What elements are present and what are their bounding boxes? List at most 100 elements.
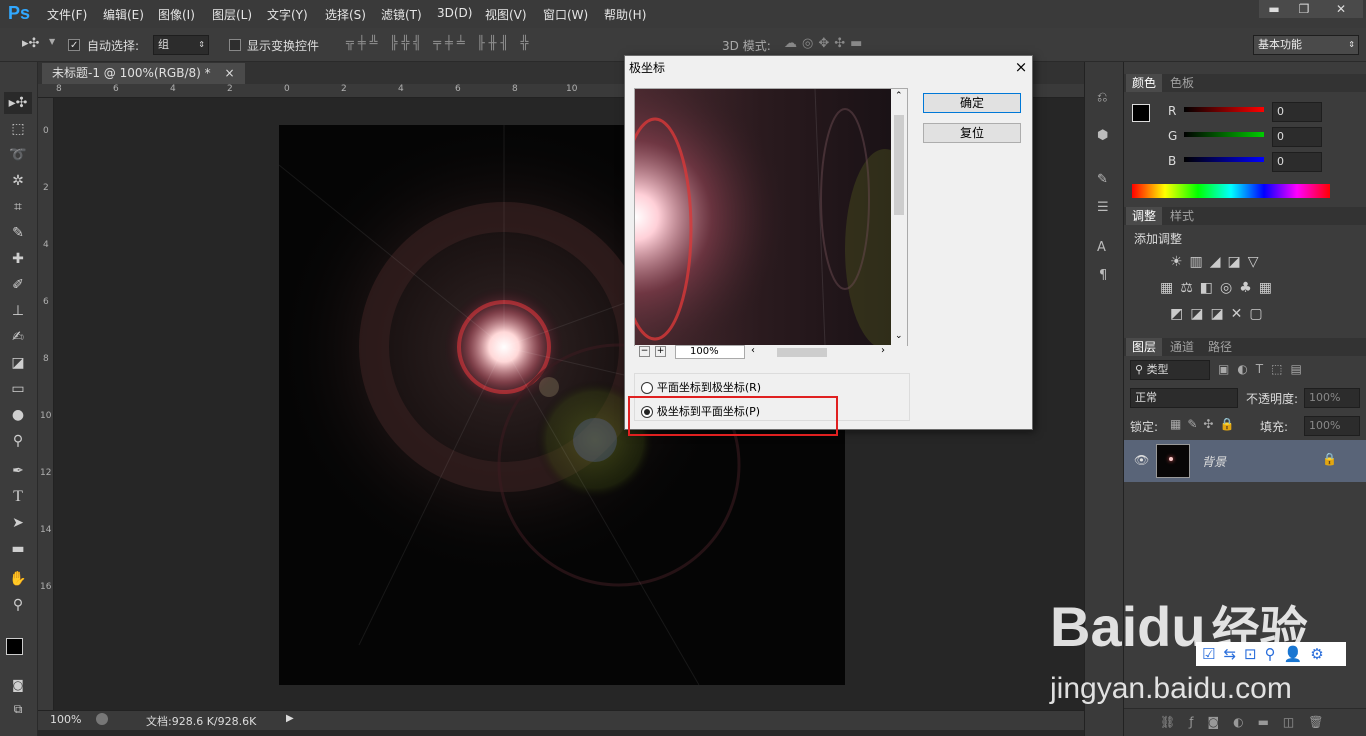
- healing-brush-icon[interactable]: ✚: [4, 248, 32, 270]
- menu-type[interactable]: 文字(Y): [267, 6, 308, 23]
- crop-tool-icon[interactable]: ⌗: [4, 196, 32, 218]
- hscroll-thumb[interactable]: [777, 348, 827, 357]
- tab-layers[interactable]: 图层: [1126, 338, 1163, 356]
- share-toolbar-icons[interactable]: ☑⇆⊡⚲👤⚙: [1196, 642, 1346, 666]
- rectangle-tool-icon[interactable]: ▬: [4, 538, 32, 560]
- minimize-icon[interactable]: ▬: [1259, 0, 1289, 18]
- screen-mode-icon[interactable]: ⧉: [4, 698, 32, 720]
- blur-tool-icon[interactable]: ●: [4, 404, 32, 426]
- blue-value-input[interactable]: 0: [1272, 152, 1322, 172]
- history-brush-icon[interactable]: ✍: [4, 326, 32, 348]
- eyedropper-icon[interactable]: ✎: [4, 222, 32, 244]
- eraser-tool-icon[interactable]: ◪: [4, 352, 32, 374]
- option-rect-to-polar[interactable]: 平面坐标到极坐标(R): [641, 379, 761, 395]
- zoom-level[interactable]: 100%: [50, 713, 81, 726]
- red-value-input[interactable]: 0: [1272, 102, 1322, 122]
- reset-button[interactable]: 复位: [923, 123, 1021, 143]
- visibility-eye-icon[interactable]: 👁: [1134, 453, 1149, 467]
- scroll-left-icon[interactable]: ‹: [751, 345, 755, 356]
- tab-paths[interactable]: 路径: [1202, 338, 1238, 356]
- preview-zoom-field[interactable]: 100%: [675, 345, 745, 359]
- scroll-thumb[interactable]: [894, 115, 904, 215]
- layer-footer-icons[interactable]: ⛓ƒ◙◐▬◫🗑: [1160, 715, 1337, 729]
- status-menu-arrow-icon[interactable]: ▶: [286, 713, 294, 724]
- radio-rect-to-polar[interactable]: [641, 381, 653, 394]
- tab-adjustments[interactable]: 调整: [1126, 207, 1163, 225]
- green-value-input[interactable]: 0: [1272, 127, 1322, 147]
- marquee-tool-icon[interactable]: ⬚: [4, 118, 32, 140]
- move-tool-icon[interactable]: ▸✣: [4, 92, 32, 114]
- 3d-panel-icon[interactable]: ⬢: [1097, 128, 1108, 143]
- tab-swatches[interactable]: 色板: [1164, 74, 1200, 92]
- document-tab[interactable]: 未标题-1 @ 100%(RGB/8) * ×: [42, 63, 245, 84]
- blue-slider[interactable]: [1184, 157, 1264, 162]
- brush-tool-icon[interactable]: ✐: [4, 274, 32, 296]
- zoom-in-icon[interactable]: +: [655, 346, 666, 357]
- opacity-input[interactable]: 100%: [1304, 388, 1360, 408]
- tab-channels[interactable]: 通道: [1164, 338, 1200, 356]
- close-window-icon[interactable]: ✕: [1319, 0, 1363, 18]
- layer-name[interactable]: 背景: [1202, 453, 1226, 470]
- blend-mode-dropdown[interactable]: 正常: [1130, 388, 1238, 408]
- scroll-right-icon[interactable]: ›: [881, 345, 885, 356]
- zoom-out-icon[interactable]: −: [639, 346, 650, 357]
- adjustment-icons-row-3[interactable]: ◩◪◪✕▢: [1170, 306, 1270, 322]
- lasso-tool-icon[interactable]: ➰: [4, 144, 32, 166]
- menu-image[interactable]: 图像(I): [158, 6, 195, 23]
- auto-select-checkbox[interactable]: [68, 39, 80, 51]
- adjustment-icons-row-1[interactable]: ☀▥◢◪▽: [1170, 254, 1266, 270]
- menu-filter[interactable]: 滤镜(T): [381, 6, 422, 23]
- hand-tool-icon[interactable]: ✋: [4, 568, 32, 590]
- quick-mask-icon[interactable]: ◙: [4, 674, 32, 696]
- foreground-color-swatch[interactable]: [1132, 104, 1150, 122]
- scroll-down-icon[interactable]: ⌄: [895, 331, 903, 341]
- close-tab-icon[interactable]: ×: [224, 66, 234, 80]
- menu-edit[interactable]: 编辑(E): [103, 6, 144, 23]
- character-icon[interactable]: A: [1097, 240, 1106, 255]
- color-spectrum[interactable]: [1132, 184, 1330, 198]
- gradient-tool-icon[interactable]: ▭: [4, 378, 32, 400]
- ok-button[interactable]: 确定: [923, 93, 1021, 113]
- filter-preview[interactable]: ⌃ ⌄ − + 100% ‹ ›: [634, 88, 908, 361]
- menu-help[interactable]: 帮助(H): [604, 6, 646, 23]
- adjustment-icons-row-2[interactable]: ▦⚖◧◎♣▦: [1160, 280, 1279, 296]
- fill-input[interactable]: 100%: [1304, 416, 1360, 436]
- menu-select[interactable]: 选择(S): [325, 6, 366, 23]
- history-icon[interactable]: ⎌: [1097, 90, 1107, 105]
- menu-view[interactable]: 视图(V): [485, 6, 527, 23]
- tool-preset-dropdown-icon[interactable]: ▼: [49, 37, 55, 46]
- pen-tool-icon[interactable]: ✒: [4, 460, 32, 482]
- brush-panel-icon[interactable]: ✎: [1097, 172, 1108, 187]
- move-tool-icon[interactable]: ▸✣: [22, 36, 39, 51]
- tab-color[interactable]: 颜色: [1126, 74, 1163, 92]
- auto-select-dropdown[interactable]: 组 ⇕: [153, 35, 209, 55]
- menu-window[interactable]: 窗口(W): [543, 6, 588, 23]
- 3d-mode-icons[interactable]: ☁◎✥✣▬: [784, 36, 867, 51]
- type-tool-icon[interactable]: T: [4, 486, 32, 508]
- menu-file[interactable]: 文件(F): [47, 6, 87, 23]
- layer-filter-icons[interactable]: ▣◐T⬚▤: [1218, 362, 1310, 376]
- dodge-tool-icon[interactable]: ⚲: [4, 430, 32, 452]
- tab-styles[interactable]: 样式: [1164, 207, 1200, 225]
- foreground-color-swatch[interactable]: [6, 638, 23, 655]
- align-icons[interactable]: ╦╪╩ ╠╬╣ ╤╪╧ ╟╫╢ ╬: [346, 36, 532, 51]
- restore-icon[interactable]: ❐: [1289, 0, 1319, 18]
- layer-filter-dropdown[interactable]: ⚲ 类型: [1130, 360, 1210, 380]
- paragraph-icon[interactable]: ¶: [1099, 268, 1107, 283]
- layer-row-background[interactable]: 👁 背景 🔒: [1124, 440, 1366, 482]
- lock-icons[interactable]: ▦✎✣🔒: [1170, 417, 1240, 431]
- green-slider[interactable]: [1184, 132, 1264, 137]
- dialog-close-icon[interactable]: ×: [1010, 56, 1032, 78]
- clone-stamp-icon[interactable]: ⊥: [4, 300, 32, 322]
- scroll-up-icon[interactable]: ⌃: [895, 91, 903, 101]
- menu-3d[interactable]: 3D(D): [437, 6, 472, 20]
- red-slider[interactable]: [1184, 107, 1264, 112]
- zoom-tool-icon[interactable]: ⚲: [4, 594, 32, 616]
- workspace-dropdown[interactable]: 基本功能 ⇕: [1253, 35, 1359, 55]
- preview-vscroll[interactable]: ⌃ ⌄: [891, 89, 907, 345]
- properties-icon[interactable]: ☰: [1097, 200, 1109, 215]
- path-select-icon[interactable]: ➤: [4, 512, 32, 534]
- magic-wand-icon[interactable]: ✲: [4, 170, 32, 192]
- show-transform-checkbox[interactable]: [229, 39, 241, 51]
- menu-layer[interactable]: 图层(L): [212, 6, 252, 23]
